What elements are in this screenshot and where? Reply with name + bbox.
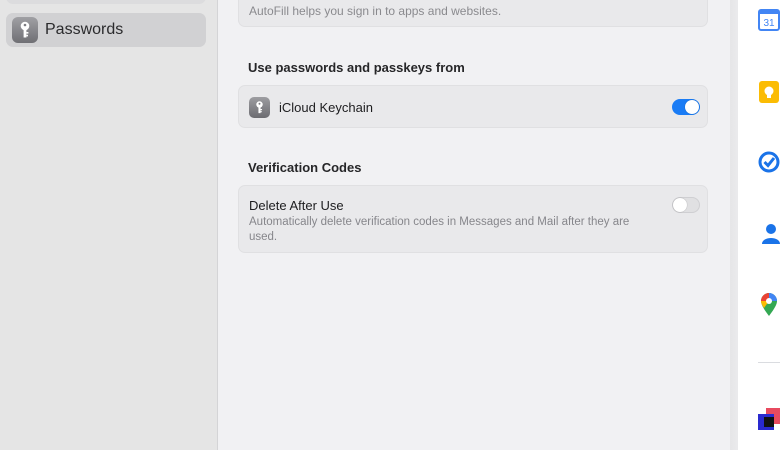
sidebar-item-previous[interactable] [6,0,206,4]
delete-after-use-toggle[interactable] [672,197,700,213]
app-icon[interactable] [758,408,780,432]
google-keep-icon[interactable] [758,80,780,104]
icloud-keychain-toggle[interactable] [672,99,700,115]
autofill-description: AutoFill helps you sign in to apps and w… [249,4,502,18]
sidebar-item-passwords[interactable]: Passwords [6,13,206,47]
toggle-knob [685,100,699,114]
icloud-keychain-row: iCloud Keychain [238,85,708,128]
sidebar-item-label: Passwords [45,21,124,38]
calendar-day: 31 [763,18,775,29]
toggle-knob [673,198,687,212]
google-tasks-icon[interactable] [758,150,780,174]
dock-divider [758,362,780,363]
sources-section-title: Use passwords and passkeys from [248,60,465,75]
icloud-keychain-label: iCloud Keychain [279,100,373,115]
settings-content: AutoFill helps you sign in to apps and w… [218,0,730,450]
autofill-card: AutoFill helps you sign in to apps and w… [238,0,708,27]
keychain-icon [249,97,270,118]
sidebar: Passwords [0,0,218,450]
delete-after-use-description: Automatically delete verification codes … [249,216,630,243]
google-contacts-icon[interactable] [758,222,780,246]
delete-after-use-label: Delete After Use [249,198,344,213]
key-icon [12,17,38,43]
verification-section-title: Verification Codes [248,160,362,175]
google-maps-icon[interactable] [758,293,780,317]
google-calendar-icon[interactable]: 31 [758,8,780,32]
delete-after-use-row: Delete After Use Automatically delete ve… [238,185,708,253]
side-panel-dock: 31 [738,0,780,450]
